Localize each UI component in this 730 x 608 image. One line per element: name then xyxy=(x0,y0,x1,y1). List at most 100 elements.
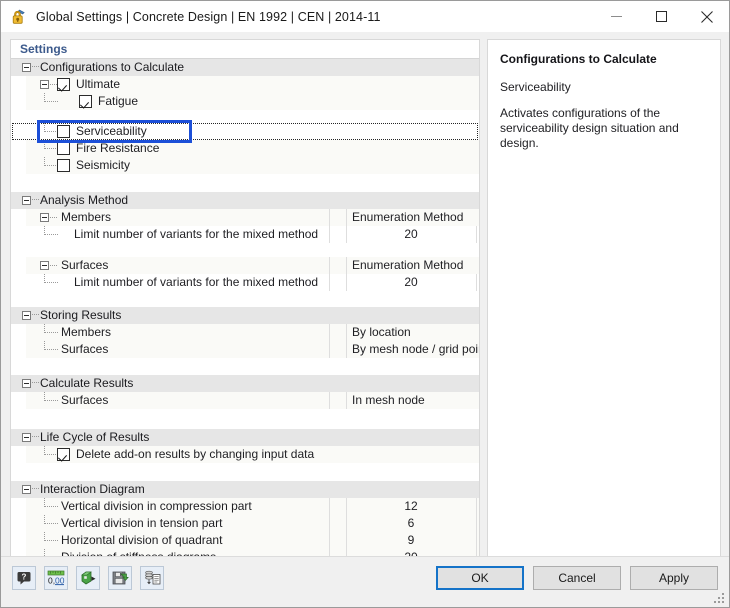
tree-row-value[interactable]: By location xyxy=(352,324,411,341)
tree-connector xyxy=(44,148,58,149)
resize-grip[interactable] xyxy=(714,593,726,605)
tree-row[interactable]: Seismicity xyxy=(26,157,479,174)
tree-row-label: Horizontal division of quadrant xyxy=(61,533,223,547)
apply-button[interactable]: Apply xyxy=(630,566,718,590)
tree-connector xyxy=(44,332,58,333)
collapse-icon[interactable] xyxy=(40,213,49,222)
column-separator xyxy=(476,498,477,515)
tree-row-number[interactable]: 12 xyxy=(346,498,476,515)
column-separator xyxy=(329,324,330,341)
tree-connector xyxy=(44,234,58,235)
column-separator xyxy=(346,324,347,341)
column-separator xyxy=(329,209,330,226)
tree-connector xyxy=(50,265,57,266)
checkbox-ultimate[interactable] xyxy=(57,78,70,91)
tree-row[interactable]: Ultimate xyxy=(26,76,479,93)
tree-row[interactable]: Members Enumeration Method xyxy=(26,209,479,226)
import-icon xyxy=(80,570,97,586)
collapse-icon[interactable] xyxy=(22,433,31,442)
tree-row[interactable]: Vertical division in compression part 12 xyxy=(26,498,479,515)
svg-text:00: 00 xyxy=(55,576,65,586)
tree-row-label: Fatigue xyxy=(98,94,139,108)
copy-button[interactable] xyxy=(140,566,164,590)
tree-row[interactable]: Surfaces In mesh node xyxy=(26,392,479,409)
tree-row-label: Surfaces xyxy=(61,342,109,356)
tree-connector xyxy=(50,84,57,85)
checkbox-delete-addon-results[interactable] xyxy=(57,448,70,461)
tree-group-label: Calculate Results xyxy=(40,376,134,390)
tree-row-label: Limit number of variants for the mixed m… xyxy=(74,227,319,241)
collapse-icon[interactable] xyxy=(22,311,31,320)
tree-row-label: Members xyxy=(61,210,112,224)
tree-row[interactable]: Limit number of variants for the mixed m… xyxy=(26,226,479,243)
collapse-icon[interactable] xyxy=(22,379,31,388)
checkbox-fire-resistance[interactable] xyxy=(57,142,70,155)
maximize-button[interactable] xyxy=(639,1,684,32)
tree-row[interactable]: Vertical division in tension part 6 xyxy=(26,515,479,532)
info-description: Activates configurations of the servicea… xyxy=(500,106,679,150)
tree-connector xyxy=(44,540,58,541)
lock-icon xyxy=(10,8,27,25)
cancel-button[interactable]: Cancel xyxy=(533,566,621,590)
tree-row[interactable]: Fatigue xyxy=(26,93,479,110)
dialog-window: Global Settings | Concrete Design | EN 1… xyxy=(0,0,730,608)
tree-group-row[interactable]: Storing Results xyxy=(11,307,479,324)
tree-group-row[interactable]: Configurations to Calculate xyxy=(11,59,479,76)
tree-row-value[interactable]: Enumeration Method xyxy=(352,257,463,274)
tree-group-row[interactable]: Life Cycle of Results xyxy=(11,429,479,446)
collapse-icon[interactable] xyxy=(22,485,31,494)
close-button[interactable] xyxy=(684,1,729,32)
title-bar: Global Settings | Concrete Design | EN 1… xyxy=(1,1,729,32)
tree-group-label: Interaction Diagram xyxy=(40,482,145,496)
column-separator xyxy=(476,226,477,243)
tree-row[interactable]: Delete add-on results by changing input … xyxy=(26,446,479,463)
tree-connector xyxy=(32,199,39,200)
tree-group-label: Configurations to Calculate xyxy=(40,60,185,74)
collapse-icon[interactable] xyxy=(40,80,49,89)
tree-row[interactable]: Horizontal division of quadrant 9 xyxy=(26,532,479,549)
tree-connector xyxy=(44,101,58,102)
tree-group-row[interactable]: Analysis Method xyxy=(11,192,479,209)
tree-row-number[interactable]: 20 xyxy=(346,274,476,291)
help-icon: ? xyxy=(16,570,32,586)
settings-tree-panel: Settings Configurations to Calculate Ult… xyxy=(10,39,480,558)
tree-group-row[interactable]: Calculate Results xyxy=(11,375,479,392)
tree-row-label: Surfaces xyxy=(61,393,109,407)
ok-button[interactable]: OK xyxy=(436,566,524,590)
checkbox-fatigue[interactable] xyxy=(79,95,92,108)
decimal-places-button[interactable]: 0, 00 xyxy=(44,566,68,590)
collapse-icon[interactable] xyxy=(22,196,31,205)
decimal-places-icon: 0, 00 xyxy=(47,570,65,586)
tree-row[interactable]: Surfaces Enumeration Method xyxy=(26,257,479,274)
minimize-button[interactable] xyxy=(594,1,639,32)
tree-row-number[interactable]: 20 xyxy=(346,226,476,243)
tree-row-value[interactable]: By mesh node / grid point xyxy=(352,341,479,358)
checkbox-seismicity[interactable] xyxy=(57,159,70,172)
column-separator xyxy=(329,392,330,409)
column-separator xyxy=(346,257,347,274)
tree-spacer xyxy=(26,174,479,192)
tree-connector xyxy=(44,165,58,166)
tree-row-value[interactable]: Enumeration Method xyxy=(352,209,463,226)
import-button[interactable] xyxy=(76,566,100,590)
help-button[interactable]: ? xyxy=(12,566,36,590)
tree-connector xyxy=(32,488,39,489)
tree-row-label: Members xyxy=(61,325,112,339)
tree-group-label: Storing Results xyxy=(40,308,122,322)
tree-group-row[interactable]: Interaction Diagram xyxy=(11,481,479,498)
window-controls xyxy=(594,1,729,32)
tree-row-label: Surfaces xyxy=(61,258,109,272)
tree-row[interactable]: Surfaces By mesh node / grid point xyxy=(26,341,479,358)
save-button[interactable] xyxy=(108,566,132,590)
settings-tree[interactable]: Configurations to Calculate Ultimate Fat… xyxy=(11,59,479,557)
info-title: Configurations to Calculate xyxy=(500,52,657,66)
collapse-icon[interactable] xyxy=(22,63,31,72)
tree-row[interactable]: Members By location xyxy=(26,324,479,341)
tree-row-number[interactable]: 9 xyxy=(346,532,476,549)
tree-row-number[interactable]: 6 xyxy=(346,515,476,532)
collapse-icon[interactable] xyxy=(40,261,49,270)
column-separator xyxy=(329,532,330,549)
tree-row-value[interactable]: In mesh node xyxy=(352,392,425,409)
tree-row[interactable]: Limit number of variants for the mixed m… xyxy=(26,274,479,291)
tree-connector xyxy=(44,349,58,350)
